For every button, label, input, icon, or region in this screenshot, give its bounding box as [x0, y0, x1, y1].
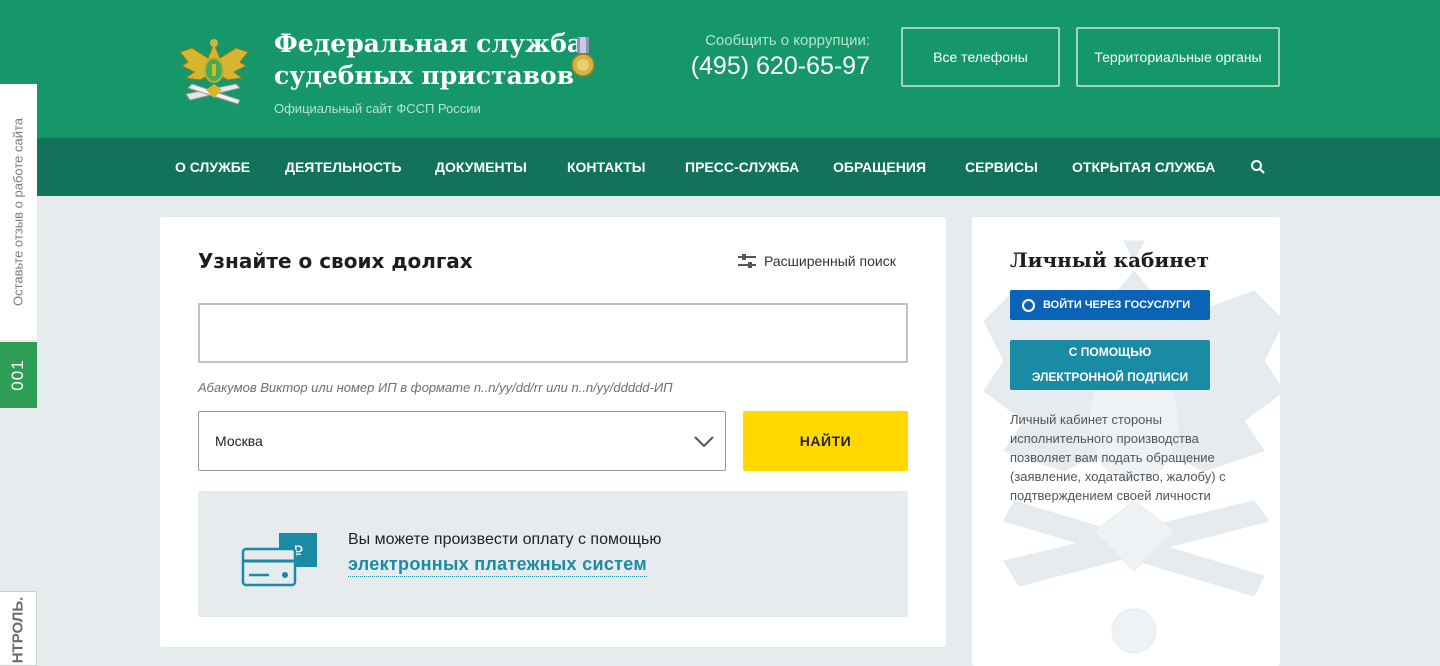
sliders-icon [738, 254, 756, 268]
control-tab-label: НТРОЛЬ. [9, 596, 27, 664]
region-select[interactable]: Москва [198, 411, 726, 471]
nav-item-activity[interactable]: ДЕЯТЕЛЬНОСТЬ [285, 138, 402, 196]
e-signature-label-line2: ЭЛЕКТРОННОЙ ПОДПИСИ [1031, 370, 1189, 384]
cabinet-description: Личный кабинет стороны исполнительного п… [1010, 412, 1226, 503]
payment-info-box: ₽ Вы можете произвести оплату с помощью … [198, 491, 908, 617]
debt-search-card: Узнайте о своих долгах Расширенный поиск… [160, 217, 946, 647]
gosuslugi-login-label: ВОЙТИ ЧЕРЕЗ ГОСУСЛУГИ [1043, 299, 1191, 311]
feedback-tab[interactable]: Оставьте отзыв о работе сайта [0, 84, 37, 340]
personal-cabinet-card: Личный кабинет ВОЙТИ ЧЕРЕЗ ГОСУСЛУГИ С П… [972, 217, 1280, 666]
nav-item-services[interactable]: СЕРВИСЫ [965, 138, 1038, 196]
payment-systems-link[interactable]: электронных платежных систем [348, 554, 647, 577]
corruption-phone[interactable]: (495) 620-65-97 [640, 52, 870, 81]
region-select-value: Москва [215, 433, 263, 449]
search-icon[interactable] [1249, 158, 1267, 176]
regional-offices-button[interactable]: Территориальные органы [1076, 27, 1280, 87]
gosuslugi-login-button[interactable]: ВОЙТИ ЧЕРЕЗ ГОСУСЛУГИ [1010, 290, 1210, 320]
advanced-search-link[interactable]: Расширенный поиск [738, 253, 896, 269]
find-button[interactable]: НАЙТИ [743, 411, 908, 471]
nav-item-about[interactable]: О СЛУЖБЕ [175, 138, 250, 196]
nav-item-appeals[interactable]: ОБРАЩЕНИЯ [833, 138, 926, 196]
gosuslugi-icon [1022, 298, 1035, 312]
advanced-search-label: Расширенный поиск [764, 253, 896, 269]
eagle-emblem-icon[interactable] [178, 36, 250, 110]
site-title-line1: Федеральная служба [274, 29, 584, 58]
cabinet-title: Личный кабинет [1010, 248, 1209, 272]
card-ruble-icon: ₽ [241, 533, 317, 587]
payment-text: Вы можете произвести оплату с помощью [348, 531, 662, 548]
site-header: Федеральная служба судебных приставов Оф… [0, 0, 1440, 138]
feedback-tab-label: Оставьте отзыв о работе сайта [10, 117, 26, 307]
main-nav: О СЛУЖБЕ ДЕЯТЕЛЬНОСТЬ ДОКУМЕНТЫ КОНТАКТЫ… [0, 138, 1440, 196]
chevron-down-icon [694, 436, 714, 448]
site-subtitle: Официальный сайт ФССП России [274, 101, 481, 116]
e-signature-label-line1: С ПОМОЩЬЮ [1068, 345, 1152, 359]
all-phones-button[interactable]: Все телефоны [901, 27, 1060, 87]
counter-badge-label: 001 [8, 359, 27, 391]
counter-badge-tab[interactable]: 001 [0, 342, 37, 408]
site-title[interactable]: Федеральная служба судебных приставов [274, 28, 584, 92]
debtor-search-input[interactable] [198, 303, 908, 363]
e-signature-login-button[interactable]: С ПОМОЩЬЮ ЭЛЕКТРОННОЙ ПОДПИСИ [1010, 340, 1210, 390]
corruption-label: Сообщить о коррупции: [705, 32, 870, 49]
nav-item-press[interactable]: ПРЕСС-СЛУЖБА [685, 138, 799, 196]
medal-icon[interactable] [571, 37, 595, 79]
nav-item-open-service[interactable]: ОТКРЫТАЯ СЛУЖБА [1072, 138, 1215, 196]
control-tab[interactable]: НТРОЛЬ. [0, 591, 37, 666]
nav-item-documents[interactable]: ДОКУМЕНТЫ [435, 138, 527, 196]
nav-item-contacts[interactable]: КОНТАКТЫ [567, 138, 645, 196]
search-hint: Абакумов Виктор или номер ИП в формате n… [198, 380, 673, 395]
site-title-line2: судебных приставов [274, 61, 575, 90]
debt-search-title: Узнайте о своих долгах [198, 249, 473, 273]
